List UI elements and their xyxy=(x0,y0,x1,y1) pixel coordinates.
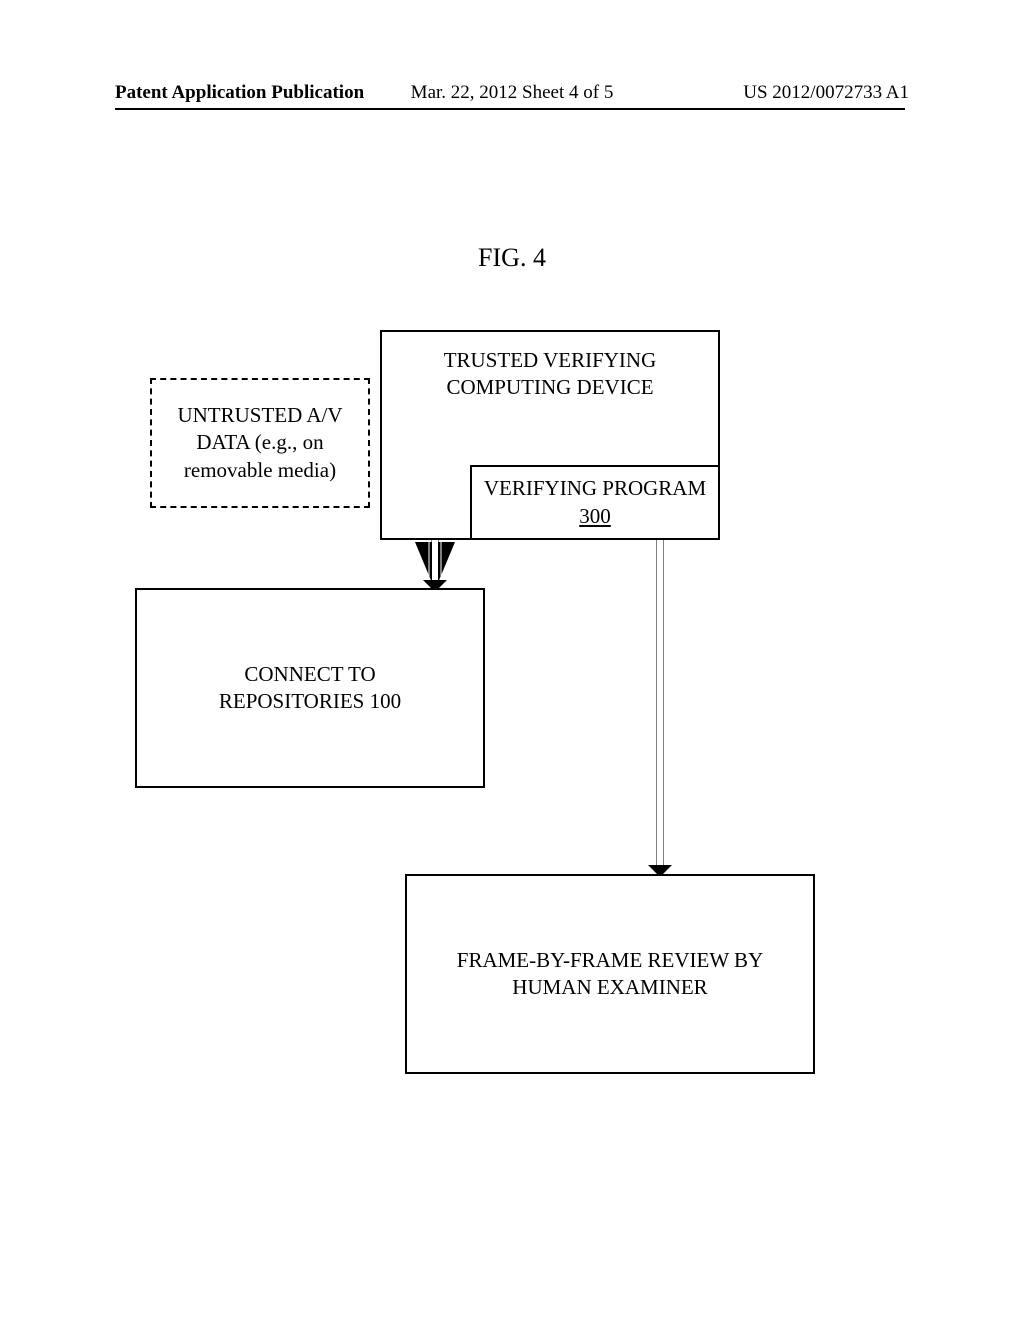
trusted-line2: COMPUTING DEVICE xyxy=(446,374,653,401)
diagram-container: UNTRUSTED A/V DATA (e.g., on removable m… xyxy=(115,330,905,1130)
box-untrusted-av-data: UNTRUSTED A/V DATA (e.g., on removable m… xyxy=(150,378,370,508)
connect-line2: REPOSITORIES 100 xyxy=(219,688,401,715)
box-trusted-verifying-device: TRUSTED VERIFYING COMPUTING DEVICE VERIF… xyxy=(380,330,720,540)
figure-label: FIG. 4 xyxy=(478,243,546,273)
verifying-program-line1: VERIFYING PROGRAM xyxy=(484,475,706,502)
trusted-line1: TRUSTED VERIFYING xyxy=(444,347,657,374)
connect-line1: CONNECT TO xyxy=(244,661,375,688)
page-header: Patent Application Publication Mar. 22, … xyxy=(0,82,1024,104)
header-left: Patent Application Publication xyxy=(115,82,364,104)
header-divider xyxy=(115,108,905,110)
frame-line2: HUMAN EXAMINER xyxy=(512,974,707,1001)
box-verifying-program: VERIFYING PROGRAM 300 xyxy=(470,465,720,540)
untrusted-line3: removable media) xyxy=(184,457,336,484)
untrusted-line2: DATA (e.g., on xyxy=(196,429,323,456)
verifying-program-number: 300 xyxy=(579,503,611,530)
header-right: US 2012/0072733 A1 xyxy=(743,82,909,104)
box-frame-review: FRAME-BY-FRAME REVIEW BY HUMAN EXAMINER xyxy=(405,874,815,1074)
box-connect-repositories: CONNECT TO REPOSITORIES 100 xyxy=(135,588,485,788)
frame-line1: FRAME-BY-FRAME REVIEW BY xyxy=(457,947,763,974)
header-center: Mar. 22, 2012 Sheet 4 of 5 xyxy=(411,82,614,104)
untrusted-line1: UNTRUSTED A/V xyxy=(177,402,342,429)
